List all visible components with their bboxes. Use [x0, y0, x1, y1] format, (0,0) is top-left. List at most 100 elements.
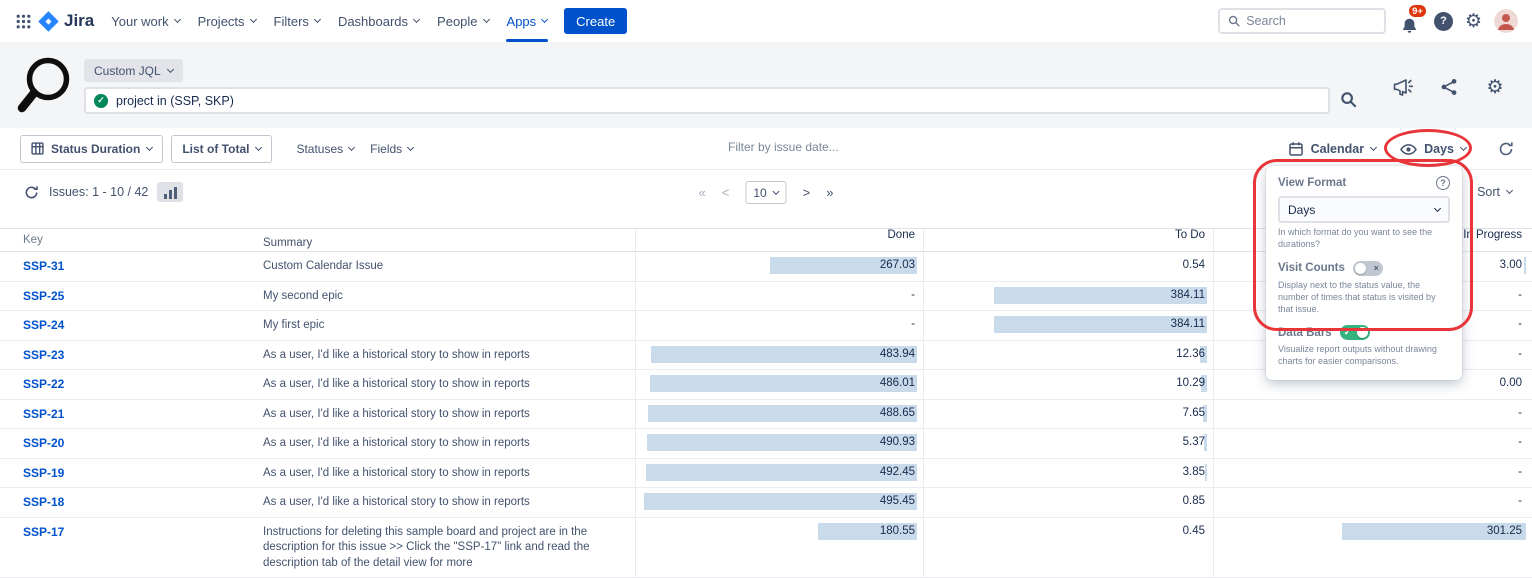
search-icon [1228, 14, 1240, 28]
help-button[interactable] [1434, 12, 1453, 31]
data-bar [1524, 257, 1526, 274]
nav-item-dashboards[interactable]: Dashboards [329, 0, 428, 42]
sort-dropdown[interactable]: Sort [1477, 185, 1512, 199]
issue-date-filter-input[interactable] [728, 140, 978, 154]
cell-key: SSP-20 [0, 429, 263, 458]
cell-done: 486.01 [635, 370, 923, 399]
jql-input[interactable] [116, 94, 1320, 108]
cell-summary: As a user, I'd like a historical story t… [263, 459, 635, 488]
nav-item-filters[interactable]: Filters [265, 0, 329, 42]
create-button[interactable]: Create [564, 8, 627, 34]
fields-dropdown[interactable]: Fields [370, 142, 413, 156]
cell-todo: 3.85 [923, 459, 1213, 488]
data-bar [1205, 464, 1207, 481]
settings-button[interactable]: ⚙ [1465, 12, 1482, 31]
issue-key-link[interactable]: SSP-20 [23, 436, 64, 450]
view-type-dropdown[interactable]: List of Total [171, 135, 272, 163]
issue-key-link[interactable]: SSP-22 [23, 377, 64, 391]
chevron-down-icon [255, 143, 262, 150]
prev-page-button[interactable]: < [722, 185, 730, 200]
report-toolbar: Status Duration List of Total Statuses F… [0, 128, 1532, 170]
notification-badge: 9+ [1407, 3, 1428, 19]
announcements-button[interactable] [1392, 76, 1414, 98]
report-settings-button[interactable]: ⚙ [1484, 76, 1506, 98]
jira-logo[interactable]: Jira [38, 11, 94, 32]
cell-in-progress: - [1213, 429, 1532, 458]
cell-in-progress: - [1213, 400, 1532, 429]
nav-item-people[interactable]: People [428, 0, 497, 42]
issue-key-link[interactable]: SSP-25 [23, 289, 64, 303]
help-icon[interactable] [1436, 176, 1450, 190]
cell-todo: 384.11 [923, 282, 1213, 311]
query-section: Custom JQL ⚙ [0, 42, 1532, 128]
grid-icon [15, 13, 32, 30]
toggle-knob [1355, 263, 1366, 274]
refresh-issues-button[interactable] [22, 183, 40, 201]
chart-view-toggle[interactable] [157, 182, 183, 202]
app-switcher-button[interactable] [10, 8, 36, 34]
reset-report-button[interactable] [1498, 141, 1514, 157]
search-input[interactable] [1246, 14, 1376, 28]
chevron-down-icon [348, 143, 355, 150]
avatar[interactable] [1494, 9, 1518, 33]
view-type-label: List of Total [182, 142, 249, 156]
nav-item-apps[interactable]: Apps [498, 0, 557, 42]
notifications-button[interactable]: 9+ [1398, 7, 1422, 35]
query-actions: ⚙ [1392, 76, 1506, 98]
header-key: Key [0, 229, 263, 251]
chevron-down-icon [1506, 187, 1513, 194]
nav-item-your-work[interactable]: Your work [102, 0, 188, 42]
person-icon [1494, 9, 1518, 33]
cell-summary: My second epic [263, 282, 635, 311]
issue-key-link[interactable]: SSP-24 [23, 318, 64, 332]
cell-key: SSP-17 [0, 518, 263, 578]
cell-summary: My first epic [263, 311, 635, 340]
first-page-button[interactable]: « [698, 185, 705, 200]
cell-in-progress: - [1213, 488, 1532, 517]
report-type-dropdown[interactable]: Status Duration [20, 135, 163, 163]
global-search [1218, 8, 1386, 34]
calendar-dropdown[interactable]: Calendar [1288, 141, 1377, 157]
next-page-button[interactable]: > [803, 185, 811, 200]
issue-key-link[interactable]: SSP-21 [23, 407, 64, 421]
cell-todo: 10.29 [923, 370, 1213, 399]
header-todo: To Do [923, 229, 1213, 251]
last-page-button[interactable]: » [826, 185, 833, 200]
visit-counts-toggle[interactable] [1353, 261, 1383, 276]
share-button[interactable] [1438, 76, 1460, 98]
format-select[interactable]: Days [1278, 196, 1450, 223]
cell-key: SSP-18 [0, 488, 263, 517]
table-row: SSP-18 As a user, I'd like a historical s… [0, 488, 1532, 518]
statuses-dropdown[interactable]: Statuses [296, 142, 354, 156]
chevron-down-icon [174, 16, 181, 23]
cell-todo: 7.65 [923, 400, 1213, 429]
search-icon [1340, 91, 1357, 108]
cross-icon [1374, 261, 1379, 276]
visit-counts-help-text: Display next to the status value, the nu… [1278, 280, 1450, 316]
chevron-down-icon [146, 143, 153, 150]
issue-key-link[interactable]: SSP-18 [23, 495, 64, 509]
issue-key-link[interactable]: SSP-17 [23, 525, 64, 539]
run-query-button[interactable] [1340, 91, 1357, 113]
data-bars-toggle[interactable] [1340, 325, 1370, 340]
issue-key-link[interactable]: SSP-31 [23, 259, 64, 273]
page-size-select[interactable]: 10 [745, 181, 786, 204]
nav-item-projects[interactable]: Projects [189, 0, 265, 42]
data-bars-help-text: Visualize report outputs without drawing… [1278, 344, 1450, 368]
app-name: Jira [64, 11, 94, 31]
issue-key-link[interactable]: SSP-23 [23, 348, 64, 362]
view-format-dropdown[interactable]: Days [1400, 142, 1466, 156]
issue-key-link[interactable]: SSP-19 [23, 466, 64, 480]
cell-summary: As a user, I'd like a historical story t… [263, 488, 635, 517]
cell-key: SSP-24 [0, 311, 263, 340]
megaphone-icon [1392, 77, 1414, 97]
data-bar [648, 405, 917, 422]
chevron-down-icon [167, 65, 174, 72]
sync-icon [1498, 141, 1514, 157]
cell-done: 490.93 [635, 429, 923, 458]
cell-key: SSP-21 [0, 400, 263, 429]
cell-summary: Custom Calendar Issue [263, 252, 635, 281]
toolbar-right: Calendar Days [1288, 128, 1514, 170]
jql-mode-dropdown[interactable]: Custom JQL [84, 59, 183, 82]
valid-query-check-icon [94, 94, 108, 108]
